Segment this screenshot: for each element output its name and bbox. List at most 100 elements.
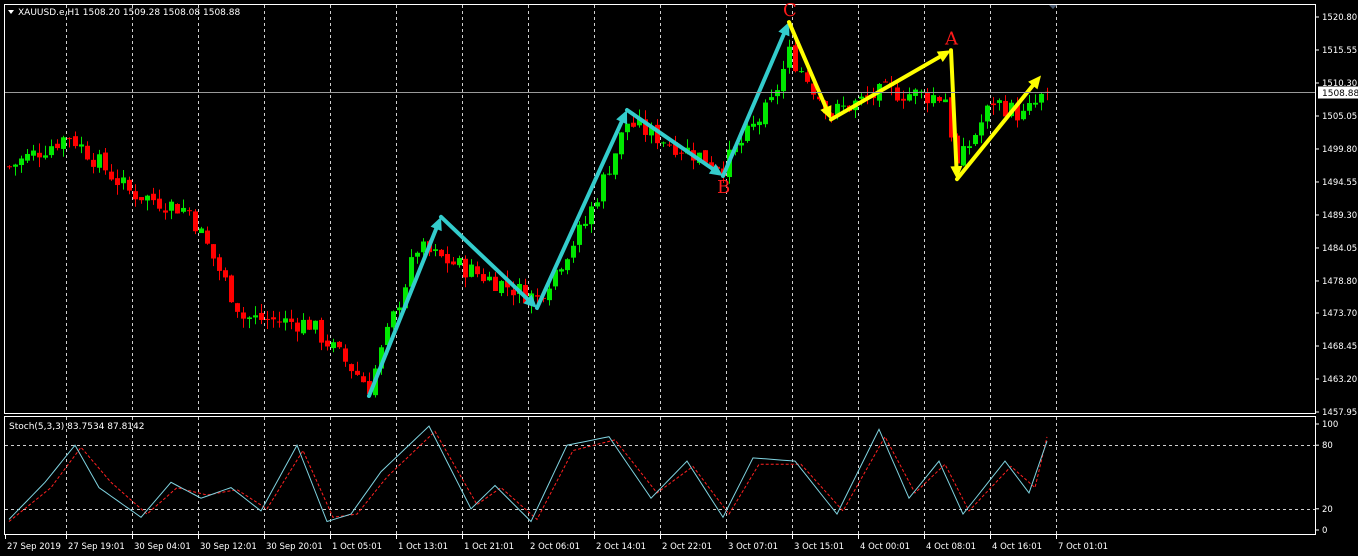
candle-bull [769,97,774,101]
candle-bear [163,210,168,213]
candle-bear [91,159,96,167]
candle-bear [217,257,222,271]
candle-bear [319,319,324,343]
candle-bull [457,258,462,266]
candle-bear [307,319,312,330]
candle-bear [55,143,60,149]
candle-bear [235,303,240,312]
candle-bull [145,195,150,201]
time-tick-label: 4 Oct 16:01 [992,542,1042,552]
candle-bull [841,105,846,107]
time-tick-label: 30 Sep 04:01 [134,542,191,552]
candle-bull [931,95,936,104]
time-tick-label: 1 Oct 05:01 [332,542,382,552]
price-tick-label: 1505.05 [1322,112,1357,122]
candle-bull [253,315,258,318]
candle-bear [241,312,246,319]
candle-bear [37,152,42,158]
candle-bull [13,164,18,167]
time-tick-label: 30 Sep 12:01 [200,542,257,552]
candle-bull [577,224,582,245]
candle-bear [631,122,636,127]
candle-bear [925,92,930,104]
chart-title: XAUUSD.e,H1 1508.20 1509.28 1508.08 1508… [18,8,240,18]
candle-bear [793,45,798,72]
candle-bear [349,364,354,372]
candle-bull [199,228,204,234]
candle-bear [475,266,480,275]
stoch-tick-label: 100 [1322,420,1338,430]
candle-bear [511,289,516,296]
candle-bull [31,150,36,156]
price-tick-label: 1515.55 [1322,46,1357,56]
candle-bull [391,311,396,328]
candle-bear [325,340,330,347]
candle-bull [745,125,750,141]
candle-bear [463,258,468,278]
candle-bull [43,155,48,158]
candle-bear [67,138,72,140]
candle-bear [193,211,198,232]
candle-bear [73,136,78,147]
price-tick-label: 1463.20 [1322,375,1357,385]
indicator-title: Stoch(5,3,3) 83.7534 87.8142 [9,422,144,432]
time-tick-label: 1 Oct 21:01 [464,542,514,552]
price-tick-label: 1494.55 [1322,178,1357,188]
candle-bear [85,145,90,160]
candle-bull [1039,93,1044,103]
candle-bull [763,102,768,125]
candle-bear [895,87,900,101]
candle-bear [133,191,138,200]
candle-bear [187,210,192,212]
candle-bear [337,341,342,348]
candle-bear [259,312,264,320]
candle-bull [859,96,864,99]
candle-bull [943,99,948,103]
time-tick-label: 27 Sep 19:01 [68,542,125,552]
candle-bull [433,249,438,251]
price-tick-label: 1468.45 [1322,342,1357,352]
candle-bear [295,322,300,332]
candle-bull [601,174,606,202]
wave-label-c: C [783,0,797,21]
price-tick-label: 1484.05 [1322,244,1357,254]
time-tick-label: 4 Oct 00:01 [860,542,910,552]
candle-bull [973,135,978,145]
candle-bear [151,193,156,201]
candle-bear [265,318,270,320]
mt4-chart-window[interactable]: CAB 1520.80 1515.55 1510.30 1505.05 1499.80 1… [0,0,1358,556]
candle-bear [937,96,942,101]
candle-bull [583,223,588,226]
candle-bear [127,179,132,191]
candle-bull [499,281,504,294]
time-tick-label: 27 Sep 2019 [7,542,61,552]
candle-bull [619,132,624,155]
wave-label-b: B [717,177,730,198]
chart-background [0,0,1358,556]
candle-bull [625,123,630,133]
time-tick-label: 7 Oct 01:01 [1058,542,1108,552]
candle-bull [997,100,1002,103]
candle-bear [157,198,162,209]
candle-bull [313,320,318,330]
candle-bear [439,249,444,257]
price-tick-label: 1473.70 [1322,309,1357,319]
candle-bear [883,81,888,83]
candle-bull [979,122,984,136]
candle-bull [487,276,492,281]
candle-bear [7,166,12,168]
time-tick-label: 2 Oct 14:01 [596,542,646,552]
candle-bull [331,342,336,349]
stoch-tick-label: 20 [1322,505,1333,515]
candle-bull [169,201,174,211]
candle-bear [115,178,120,186]
candle-bull [613,153,618,175]
candle-bull [571,245,576,258]
price-tick-label: 1520.80 [1322,13,1357,23]
candle-bull [967,146,972,149]
candle-bear [991,103,996,106]
candle-bear [901,98,906,101]
candle-bull [283,318,288,323]
candle-bull [751,123,756,127]
candle-bull [739,142,744,146]
